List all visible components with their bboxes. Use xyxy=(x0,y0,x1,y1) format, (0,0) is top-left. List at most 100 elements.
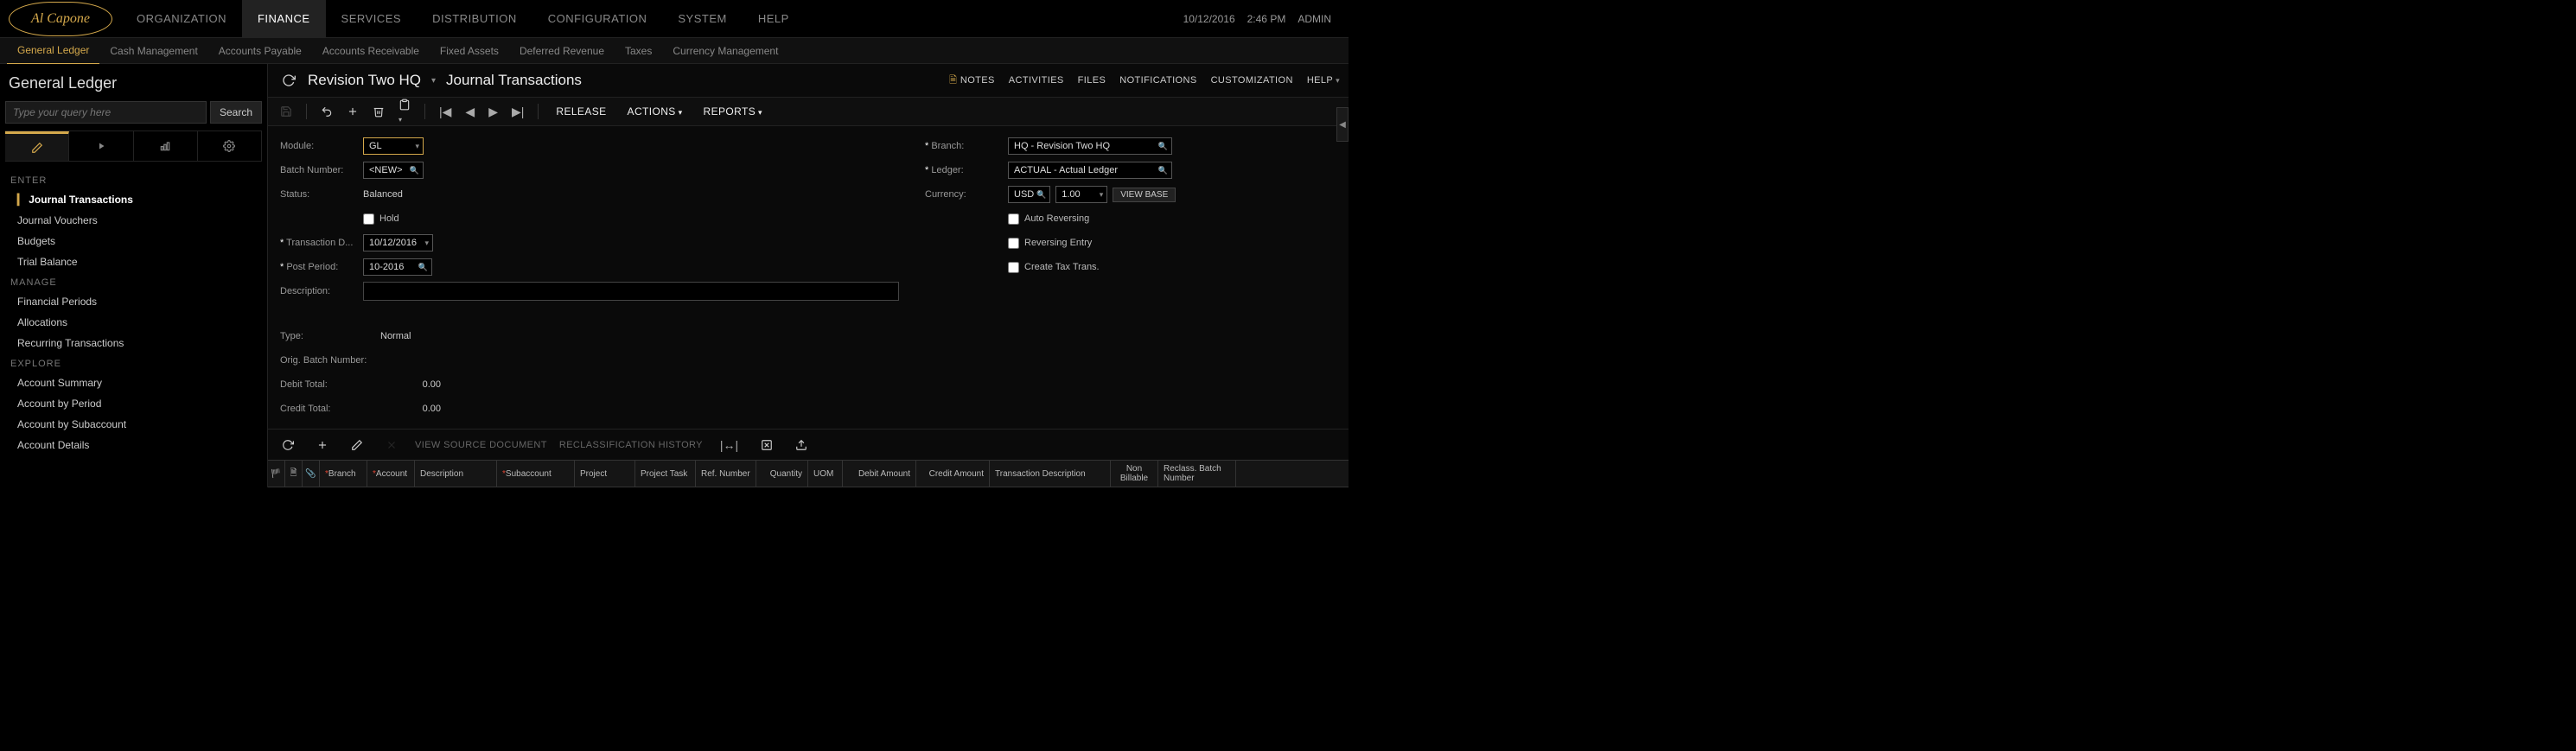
sidebar-item-recurring-transactions[interactable]: Recurring Transactions xyxy=(5,333,262,353)
currency-rate-input[interactable]: 1.00 xyxy=(1055,186,1107,203)
description-input[interactable] xyxy=(363,282,899,301)
grid-col-reclass-batch[interactable]: Reclass. Batch Number xyxy=(1158,461,1236,487)
sidebar-item-account-details[interactable]: Account Details xyxy=(5,435,262,455)
topbar: Al Capone ORGANIZATION FINANCE SERVICES … xyxy=(0,0,1349,38)
reclassification-history-button[interactable]: RECLASSIFICATION HISTORY xyxy=(559,440,703,450)
actions-button[interactable]: ACTIONS xyxy=(619,102,692,121)
nav-help[interactable]: HELP xyxy=(743,0,805,37)
subnav-taxes[interactable]: Taxes xyxy=(615,38,662,64)
notifications-link[interactable]: NOTIFICATIONS xyxy=(1119,75,1196,86)
chevron-down-icon[interactable]: ▾ xyxy=(428,76,439,86)
breadcrumb-org[interactable]: Revision Two HQ xyxy=(308,72,421,89)
grid-col-branch[interactable]: Branch xyxy=(320,461,367,487)
view-base-button[interactable]: VIEW BASE xyxy=(1113,188,1176,202)
collapse-panel-icon[interactable]: ◀ xyxy=(1336,107,1349,142)
grid-col-non-billable[interactable]: Non Billable xyxy=(1111,461,1158,487)
subnav-accounts-payable[interactable]: Accounts Payable xyxy=(208,38,312,64)
ledger-select[interactable]: ACTUAL - Actual Ledger xyxy=(1008,162,1172,179)
subnav-deferred-revenue[interactable]: Deferred Revenue xyxy=(509,38,615,64)
batch-number-select[interactable]: <NEW> xyxy=(363,162,424,179)
post-period-input[interactable]: 10-2016 xyxy=(363,258,432,276)
nav-organization[interactable]: ORGANIZATION xyxy=(121,0,242,37)
branch-select[interactable]: HQ - Revision Two HQ xyxy=(1008,137,1172,155)
nav-finance[interactable]: FINANCE xyxy=(242,0,326,37)
last-icon[interactable]: ▶| xyxy=(507,101,529,123)
undo-icon[interactable] xyxy=(316,102,338,121)
mode-run-icon[interactable] xyxy=(69,131,133,161)
sidebar-item-allocations[interactable]: Allocations xyxy=(5,312,262,333)
mode-settings-icon[interactable] xyxy=(198,131,262,161)
debit-total-label: Debit Total: xyxy=(280,379,375,390)
nav-distribution[interactable]: DISTRIBUTION xyxy=(417,0,532,37)
subnav-cash-management[interactable]: Cash Management xyxy=(99,38,207,64)
help-link[interactable]: HELP xyxy=(1307,75,1340,86)
grid-col-subaccount[interactable]: Subaccount xyxy=(497,461,575,487)
notes-link[interactable]: NOTES xyxy=(949,73,995,89)
grid-col-attach-icon[interactable]: 📎 xyxy=(303,461,320,487)
grid-col-ref-number[interactable]: Ref. Number xyxy=(696,461,756,487)
delete-icon[interactable] xyxy=(367,102,390,121)
export-excel-icon[interactable] xyxy=(756,436,778,455)
add-icon[interactable] xyxy=(341,102,364,121)
auto-reversing-checkbox[interactable]: Auto Reversing xyxy=(1008,213,1089,225)
grid-col-debit-amount[interactable]: Debit Amount xyxy=(843,461,916,487)
view-source-document-button[interactable]: VIEW SOURCE DOCUMENT xyxy=(415,440,547,450)
upload-icon[interactable] xyxy=(790,436,813,455)
sidebar-item-account-by-period[interactable]: Account by Period xyxy=(5,393,262,414)
mode-edit-icon[interactable] xyxy=(5,131,69,161)
search-button[interactable]: Search xyxy=(210,101,262,124)
grid-col-description[interactable]: Description xyxy=(415,461,497,487)
grid-col-note-icon[interactable]: 🗎 xyxy=(285,461,303,487)
transaction-date-input[interactable]: 10/12/2016 xyxy=(363,234,433,251)
reversing-entry-checkbox[interactable]: Reversing Entry xyxy=(1008,238,1092,249)
prev-icon[interactable]: ◀ xyxy=(460,101,480,123)
topbar-user[interactable]: ADMIN xyxy=(1298,13,1331,25)
fit-columns-icon[interactable]: |↔| xyxy=(715,435,743,455)
nav-services[interactable]: SERVICES xyxy=(326,0,418,37)
main-nav: ORGANIZATION FINANCE SERVICES DISTRIBUTI… xyxy=(121,0,1183,37)
activities-link[interactable]: ACTIVITIES xyxy=(1009,75,1064,86)
nav-configuration[interactable]: CONFIGURATION xyxy=(532,0,663,37)
sidebar-item-trial-balance[interactable]: Trial Balance xyxy=(5,251,262,272)
search-input[interactable] xyxy=(5,101,207,124)
batch-number-label: Batch Number: xyxy=(280,165,358,175)
release-button[interactable]: RELEASE xyxy=(547,102,615,121)
clipboard-icon[interactable]: ▾ xyxy=(393,95,416,128)
sidebar-item-budgets[interactable]: Budgets xyxy=(5,231,262,251)
grid-col-transaction-description[interactable]: Transaction Description xyxy=(990,461,1111,487)
subnav-fixed-assets[interactable]: Fixed Assets xyxy=(430,38,509,64)
grid-col-quantity[interactable]: Quantity xyxy=(756,461,808,487)
mode-report-icon[interactable] xyxy=(134,131,198,161)
refresh-icon[interactable] xyxy=(277,70,301,91)
grid-add-icon[interactable] xyxy=(311,436,334,455)
customization-link[interactable]: CUSTOMIZATION xyxy=(1211,75,1293,86)
first-icon[interactable]: |◀ xyxy=(434,101,456,123)
grid-col-credit-amount[interactable]: Credit Amount xyxy=(916,461,990,487)
grid-refresh-icon[interactable] xyxy=(277,436,299,455)
subnav-accounts-receivable[interactable]: Accounts Receivable xyxy=(312,38,430,64)
create-tax-checkbox[interactable]: Create Tax Trans. xyxy=(1008,262,1100,273)
hold-checkbox[interactable]: Hold xyxy=(363,213,399,225)
files-link[interactable]: FILES xyxy=(1078,75,1106,86)
grid-col-flag-icon[interactable]: 🏴 xyxy=(268,461,285,487)
grid-edit-icon[interactable] xyxy=(346,436,368,455)
type-value: Normal xyxy=(380,328,450,344)
sidebar-item-journal-transactions[interactable]: Journal Transactions xyxy=(5,189,262,210)
subnav-currency-management[interactable]: Currency Management xyxy=(662,38,788,64)
currency-select[interactable]: USD xyxy=(1008,186,1050,203)
sidebar-item-account-by-subaccount[interactable]: Account by Subaccount xyxy=(5,414,262,435)
next-icon[interactable]: ▶ xyxy=(483,101,503,123)
reports-button[interactable]: REPORTS xyxy=(695,102,771,121)
nav-system[interactable]: SYSTEM xyxy=(662,0,742,37)
grid-col-uom[interactable]: UOM xyxy=(808,461,843,487)
sidebar-item-financial-periods[interactable]: Financial Periods xyxy=(5,291,262,312)
grid-col-project-task[interactable]: Project Task xyxy=(635,461,696,487)
module-select[interactable]: GL xyxy=(363,137,424,155)
sidebar-item-journal-vouchers[interactable]: Journal Vouchers xyxy=(5,210,262,231)
grid-col-account[interactable]: Account xyxy=(367,461,415,487)
save-icon[interactable] xyxy=(275,102,297,121)
grid-delete-icon[interactable] xyxy=(380,436,403,455)
sidebar-item-account-summary[interactable]: Account Summary xyxy=(5,372,262,393)
subnav-general-ledger[interactable]: General Ledger xyxy=(7,37,99,65)
grid-col-project[interactable]: Project xyxy=(575,461,635,487)
